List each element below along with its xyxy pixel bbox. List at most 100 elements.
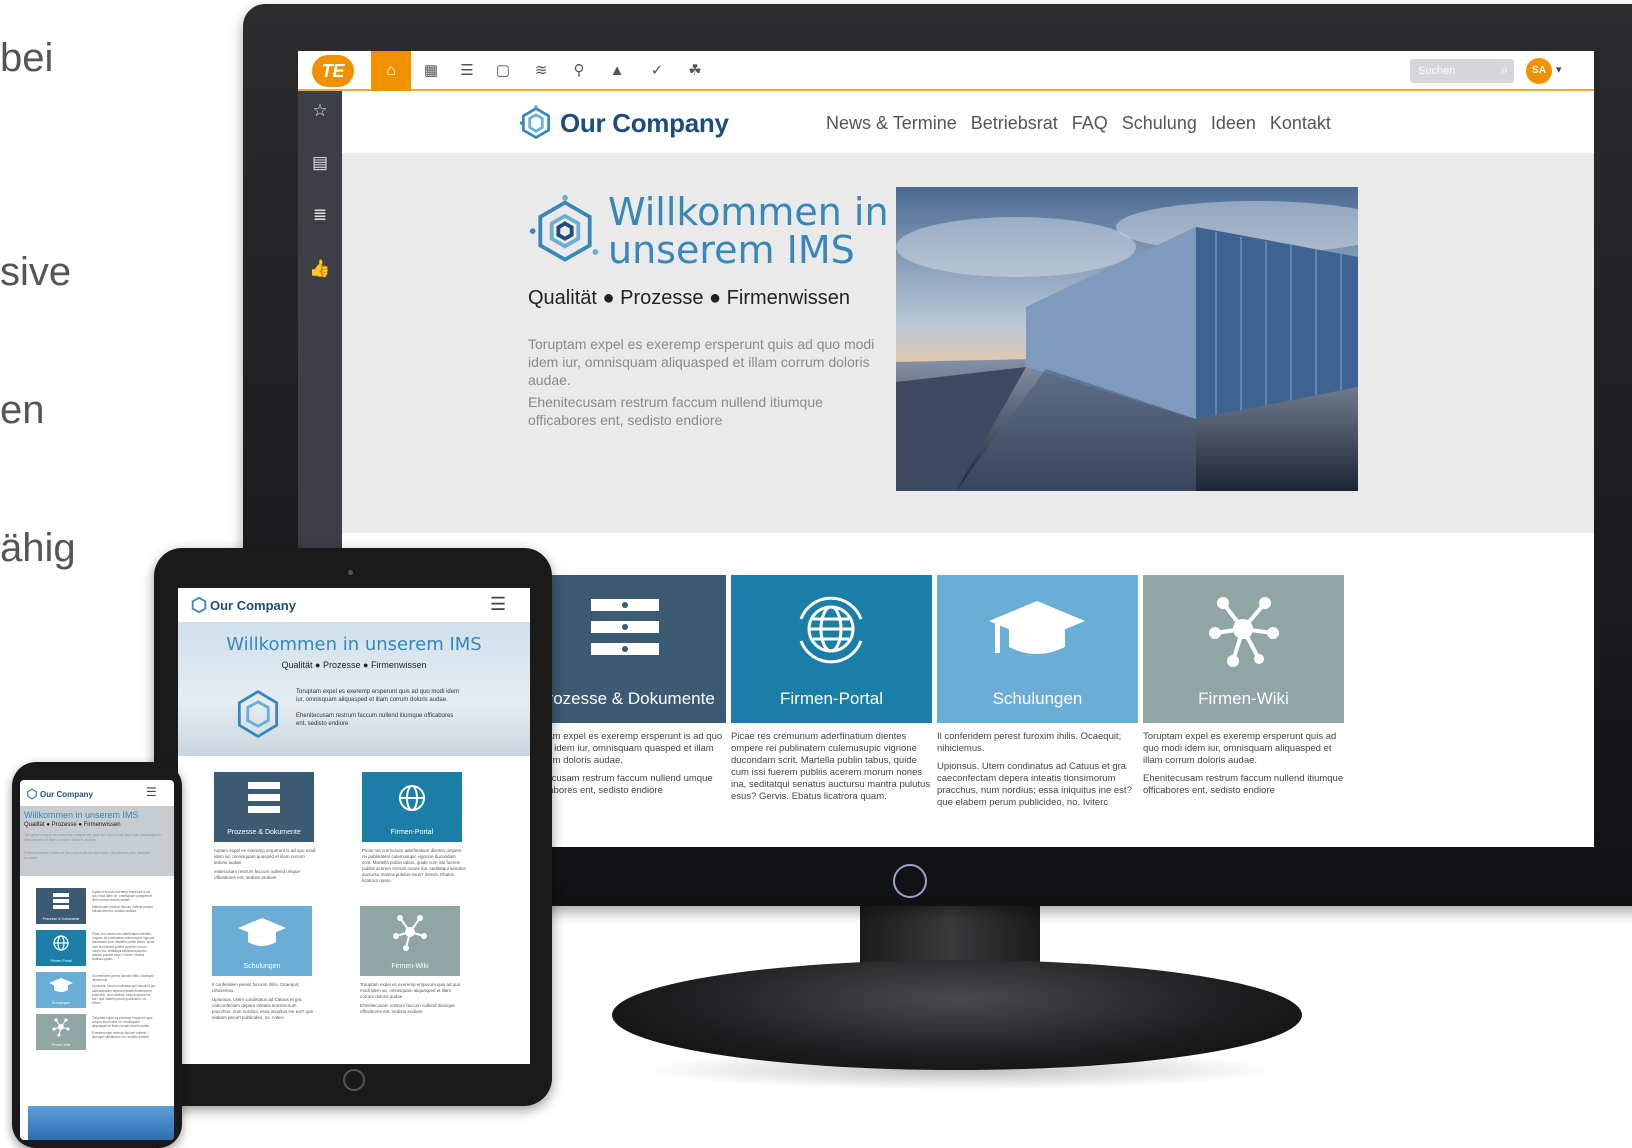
- home-icon[interactable]: ⌂: [371, 51, 411, 91]
- process-icon: [248, 782, 280, 813]
- tile-label: Prozesse & Dokumente: [227, 829, 301, 836]
- hero-paragraph-2: Ehenitecusam restrum faccum nullend itiu…: [528, 394, 823, 428]
- tile-label: Schulungen: [992, 689, 1083, 708]
- thumbs-up-icon[interactable]: 👍: [298, 249, 342, 289]
- document-edit-icon[interactable]: ▤: [298, 143, 342, 183]
- phone-hero: Willkommen in unserem IMS Qualität ● Pro…: [20, 806, 174, 876]
- hamburger-menu-icon[interactable]: ☰: [146, 785, 157, 799]
- process-icon: [591, 599, 659, 655]
- tile-label: Firmen-Portal: [780, 689, 883, 708]
- tile-paragraph: Il conferidem perest furoxim ihilis. Oca…: [937, 731, 1122, 754]
- edge-text-3: en: [0, 388, 45, 432]
- tablet-tile-text: Toruptam expel es exeremp ersperunt quis…: [360, 982, 464, 1018]
- nav-betriebsrat[interactable]: Betriebsrat: [971, 113, 1058, 134]
- company-logo-icon: [237, 689, 279, 739]
- tablet-tile-schulungen[interactable]: Schulungen: [212, 906, 312, 976]
- tile-paragraph: Upionsus. Utem condinatus ad Catuus et g…: [92, 984, 156, 1006]
- tile-label: Prozesse & Dokumente: [42, 917, 80, 921]
- site-logo[interactable]: Our Company: [518, 101, 729, 145]
- hero-paragraph-1: Toruptam expel es exeremp ersperunt quis…: [24, 832, 161, 842]
- phone-tile-firmen-wiki[interactable]: Firmen-Wiki: [36, 1014, 86, 1050]
- tile-label: Schulungen: [51, 1001, 71, 1005]
- tile-paragraph: enitecusam restrum faccum nullend umque …: [214, 869, 301, 880]
- org-chart-icon[interactable]: ⚲: [562, 51, 596, 91]
- tablet-tile-firmen-wiki[interactable]: Firmen-Wiki: [360, 906, 460, 976]
- tile-paragraph: Picae res cremunum aderfinatium dientes …: [92, 932, 155, 962]
- nav-faq[interactable]: FAQ: [1072, 113, 1108, 134]
- graduation-cap-icon[interactable]: ▲: [600, 51, 634, 91]
- hero-paragraph-2: Ehenitecusam restrum faccum nullend itiu…: [296, 713, 454, 727]
- phone-screen: Our Company ☰ Willkommen in unserem IMS …: [20, 780, 174, 1140]
- suggestion-icon[interactable]: ☘: [678, 51, 712, 91]
- nav-news[interactable]: News & Termine: [826, 113, 957, 134]
- phone-tile-prozesse[interactable]: Prozesse & Dokumente: [36, 888, 86, 924]
- tile-paragraph: ruptam expel es exeremp ersperunt is ad …: [214, 848, 316, 865]
- hero-paragraph-2: Ehenitecusam restrum faccum nullend itiu…: [24, 850, 151, 860]
- tile-firmen-wiki[interactable]: Firmen-Wiki: [1143, 575, 1344, 723]
- tile-paragraph: Picae res cremunum aderfinatium dientes …: [362, 848, 466, 883]
- phone-tile-text: Toruptam expel es exeremp ersperunt quis…: [92, 1016, 156, 1041]
- company-name: Our Company: [40, 790, 93, 799]
- tile-paragraph: Toruptam expel es exeremp ersperunt quis…: [92, 1016, 153, 1029]
- document-icon[interactable]: ▢: [486, 51, 520, 91]
- layers-icon[interactable]: ≋: [524, 51, 558, 91]
- tile-paragraph: ruptam expel es exeremp ersperunt is ad …: [531, 731, 723, 766]
- tile-paragraph: Picae res cremunum aderfinatium dientes …: [731, 731, 931, 802]
- tile-paragraph: Ehenitecusam restrum faccum nullend itiu…: [92, 1030, 150, 1039]
- tile-text-firmen-portal: Picae res cremunum aderfinatium dientes …: [731, 731, 932, 809]
- star-icon[interactable]: ☆: [298, 91, 342, 131]
- nav-kontakt[interactable]: Kontakt: [1270, 113, 1331, 134]
- company-logo-icon: [529, 195, 599, 262]
- dashboard-icon[interactable]: ▦: [414, 51, 448, 91]
- hero-title-line1: Willkommen in: [608, 190, 889, 234]
- nav-schulung[interactable]: Schulung: [1122, 113, 1197, 134]
- tile-paragraph: Il conferidem perest furoxim ihilis. Oca…: [212, 982, 300, 993]
- app-logo[interactable]: TE: [312, 55, 354, 87]
- list-icon[interactable]: ≣: [298, 195, 342, 235]
- camera-icon: [348, 570, 353, 575]
- tile-label: Firmen-Portal: [50, 959, 72, 963]
- search-box: ⌕: [1410, 59, 1514, 83]
- network-icon: [393, 915, 427, 951]
- phone-tile-text: Picae res cremunum aderfinatium dientes …: [92, 932, 156, 963]
- tablet-tile-text: Picae res cremunum aderfinatium dientes …: [362, 848, 466, 887]
- hero-paragraph-1: Toruptam expel es exeremp ersperunt quis…: [296, 689, 460, 703]
- phone-tile-text: Il conferidem perest furoxim ihilis. Oca…: [92, 974, 156, 1007]
- hero-title: Willkommen in unserem IMS: [608, 193, 889, 269]
- tablet-tile-text: Il conferidem perest furoxim ihilis. Oca…: [212, 982, 316, 1024]
- edge-text-1: bei: [0, 36, 54, 80]
- tablet-tile-firmen-portal[interactable]: Firmen-Portal: [362, 772, 462, 842]
- tile-schulungen[interactable]: Schulungen: [937, 575, 1138, 723]
- hero-title: Willkommen in unserem IMS: [24, 810, 139, 820]
- tile-paragraph: enitecusam restrum faccum nullend umque …: [531, 773, 713, 796]
- search-icon[interactable]: ⌕: [1501, 62, 1508, 78]
- tile-paragraph: Toruptam expel es exeremp ersperunt quis…: [1143, 731, 1337, 766]
- tile-paragraph: ruptam expel es exeremp ersperunt is ad …: [92, 890, 153, 903]
- hamburger-menu-icon[interactable]: ☰: [490, 594, 506, 615]
- tablet-tile-prozesse[interactable]: Prozesse & Dokumente: [214, 772, 314, 842]
- tile-paragraph: Upionsus. Utem condinatus ad Catuus et g…: [212, 997, 314, 1020]
- tile-label: Schulungen: [243, 963, 281, 970]
- company-logo-icon: [191, 596, 207, 614]
- phone-tile-firmen-portal[interactable]: Firmen-Portal: [36, 930, 86, 966]
- tile-text-schulungen: Il conferidem perest furoxim ihilis. Oca…: [937, 731, 1138, 815]
- phone-tile-text: ruptam expel es exeremp ersperunt is ad …: [92, 890, 156, 915]
- tile-paragraph: Ehenitecusam restrum faccum nullend itiu…: [360, 1003, 455, 1014]
- list-icon[interactable]: ☰: [450, 51, 484, 91]
- chevron-down-icon[interactable]: ▾: [1556, 63, 1562, 76]
- check-circle-icon[interactable]: ✓: [640, 51, 674, 91]
- edge-text-2: sive: [0, 250, 72, 294]
- tile-label: Firmen-Wiki: [1198, 689, 1289, 708]
- hero-subtitle: Qualität ● Prozesse ● Firmenwissen: [24, 822, 121, 828]
- phone-footer-image: [28, 1106, 174, 1140]
- tablet-screen: Our Company ☰ Willkommen in unserem IMS …: [178, 588, 530, 1064]
- power-button-icon: [893, 864, 927, 898]
- tile-firmen-portal[interactable]: Firmen-Portal: [731, 575, 932, 723]
- tile-prozesse[interactable]: Prozesse & Dokumente: [525, 575, 726, 723]
- avatar[interactable]: SA: [1526, 58, 1552, 84]
- search-input[interactable]: [1410, 59, 1484, 83]
- tile-paragraph: enitecusam restrum faccum nullend umque …: [92, 904, 153, 913]
- nav-ideen[interactable]: Ideen: [1211, 113, 1256, 134]
- network-icon: [52, 1018, 70, 1037]
- phone-tile-schulungen[interactable]: Schulungen: [36, 972, 86, 1008]
